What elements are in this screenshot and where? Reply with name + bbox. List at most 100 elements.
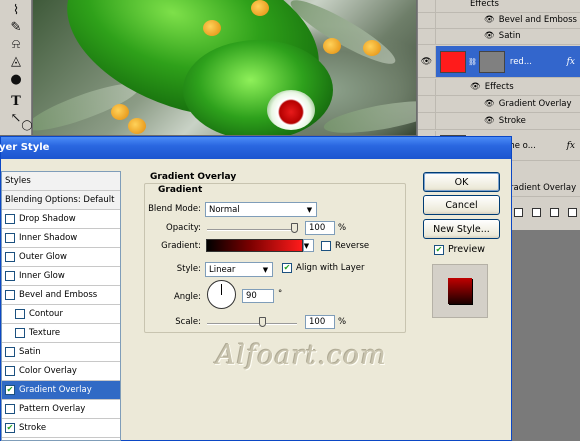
new-layer-icon[interactable] [550, 207, 559, 217]
checkbox[interactable] [5, 233, 15, 243]
effect-label: Stroke [498, 116, 526, 126]
lasso-icon[interactable]: ⌇ [9, 3, 23, 18]
scale-unit: % [338, 317, 347, 327]
style-item-texture[interactable]: Texture [2, 324, 120, 343]
dialog-titlebar[interactable]: yer Style [0, 137, 511, 159]
gradient-label: Gradient: [161, 241, 201, 251]
frog-eye-image [267, 90, 315, 130]
brush-icon[interactable]: ✎ [9, 20, 23, 35]
angle-unit: ° [278, 289, 283, 299]
effect-eye-icon[interactable]: 👁 [484, 31, 495, 41]
style-item-label: Inner Shadow [19, 233, 78, 243]
checkbox[interactable] [5, 290, 15, 300]
effect-label: Bevel and Emboss [498, 15, 577, 25]
preview-checkbox[interactable]: ✔ Preview [434, 244, 485, 255]
dodge-icon[interactable]: ● [9, 72, 23, 87]
layer-effect-row[interactable]: 👁 Satin [418, 28, 580, 45]
visibility-icon[interactable] [418, 113, 436, 129]
style-preview [432, 264, 488, 318]
effects-eye-icon[interactable]: 👁 [470, 82, 481, 92]
reverse-label: Reverse [335, 241, 370, 251]
style-item-drop-shadow[interactable]: Drop Shadow [2, 210, 120, 229]
visibility-icon[interactable] [418, 0, 436, 12]
fx-icon[interactable]: fx [567, 141, 575, 151]
new-group-icon[interactable] [514, 207, 523, 217]
style-item-gradient-overlay[interactable]: ✔ Gradient Overlay [2, 381, 120, 400]
checkbox[interactable] [321, 241, 331, 251]
angle-dial[interactable] [207, 280, 236, 309]
checkbox-checked[interactable]: ✔ [5, 385, 15, 395]
gradient-swatch[interactable] [206, 239, 303, 252]
blend-mode-label: Blend Mode: [148, 204, 201, 214]
ok-button[interactable]: OK [423, 172, 500, 192]
opacity-slider-thumb[interactable] [291, 223, 298, 233]
blending-options-item[interactable]: Blending Options: Default [2, 191, 120, 210]
adjustment-icon[interactable] [532, 207, 541, 217]
style-item-label: Satin [19, 347, 41, 357]
gradient-picker-button[interactable]: ▼ [303, 239, 314, 252]
visibility-icon[interactable] [418, 79, 436, 95]
checkbox[interactable] [5, 214, 15, 224]
chevron-down-icon: ▼ [262, 265, 269, 274]
visibility-icon[interactable] [418, 12, 436, 28]
style-item-contour[interactable]: Contour [2, 305, 120, 324]
blend-mode-select[interactable]: Normal ▼ [205, 202, 317, 217]
align-with-layer-checkbox[interactable]: ✔ Align with Layer [282, 263, 364, 273]
checkbox[interactable] [5, 271, 15, 281]
checkbox[interactable] [5, 252, 15, 262]
scale-label: Scale: [175, 317, 201, 327]
cancel-button[interactable]: Cancel [423, 195, 500, 215]
scale-input[interactable]: 100 [305, 315, 335, 329]
effect-eye-icon[interactable]: 👁 [484, 99, 495, 109]
scale-slider[interactable] [207, 323, 297, 325]
style-item-label: Gradient Overlay [19, 385, 92, 395]
opacity-slider[interactable] [207, 229, 297, 231]
new-style-button[interactable]: New Style... [423, 219, 500, 239]
dialog-title: yer Style [0, 142, 50, 153]
reverse-checkbox[interactable]: Reverse [321, 241, 369, 251]
style-item-satin[interactable]: Satin [2, 343, 120, 362]
ellipse-icon[interactable]: ◯ [20, 118, 34, 132]
effect-eye-icon[interactable]: 👁 [484, 15, 495, 25]
type-icon[interactable]: T [9, 94, 23, 109]
layer-effect-row[interactable]: 👁 Gradient Overlay [418, 96, 580, 113]
style-item-pattern-overlay[interactable]: Pattern Overlay [2, 400, 120, 419]
layer-effect-row[interactable]: 👁 Bevel and Emboss [418, 12, 580, 29]
visibility-icon[interactable] [418, 96, 436, 112]
checkbox-checked[interactable]: ✔ [282, 263, 292, 273]
style-item-inner-shadow[interactable]: Inner Shadow [2, 229, 120, 248]
opacity-input[interactable]: 100 [305, 221, 335, 235]
document-canvas[interactable] [33, 0, 416, 135]
bucket-icon[interactable]: ◬ [9, 54, 23, 69]
preview-label: Preview [448, 244, 485, 255]
style-item-bevel-emboss[interactable]: Bevel and Emboss [2, 286, 120, 305]
style-item-outer-glow[interactable]: Outer Glow [2, 248, 120, 267]
style-item-color-overlay[interactable]: Color Overlay [2, 362, 120, 381]
style-label: Style: [176, 264, 201, 274]
checkbox[interactable] [5, 347, 15, 357]
fx-icon[interactable]: fx [567, 57, 575, 67]
layer-effect-row[interactable]: 👁 Stroke [418, 113, 580, 130]
style-item-label: Inner Glow [19, 271, 65, 281]
styles-list: Styles Blending Options: Default Drop Sh… [1, 171, 121, 441]
chain-icon[interactable]: ⛓ [468, 58, 477, 66]
checkbox[interactable] [15, 328, 25, 338]
style-item-stroke[interactable]: ✔ Stroke [2, 419, 120, 438]
visibility-icon[interactable] [418, 28, 436, 44]
layer-effects-row[interactable]: 👁 Effects [418, 79, 580, 96]
style-select[interactable]: Linear ▼ [205, 262, 273, 277]
checkbox-checked[interactable]: ✔ [5, 423, 15, 433]
angle-input[interactable]: 90 [242, 289, 274, 303]
checkbox[interactable] [5, 404, 15, 414]
layer-row-selected[interactable]: 👁 ⛓ red... fx [418, 46, 580, 78]
trash-icon[interactable] [568, 207, 577, 217]
effect-eye-icon[interactable]: 👁 [484, 116, 495, 126]
visibility-icon[interactable]: 👁 [418, 46, 436, 77]
stamp-icon[interactable]: ⍾ [9, 37, 23, 52]
scale-slider-thumb[interactable] [259, 317, 266, 327]
checkbox-checked[interactable]: ✔ [434, 244, 444, 255]
style-item-inner-glow[interactable]: Inner Glow [2, 267, 120, 286]
styles-header[interactable]: Styles [2, 172, 120, 191]
checkbox[interactable] [5, 366, 15, 376]
checkbox[interactable] [15, 309, 25, 319]
